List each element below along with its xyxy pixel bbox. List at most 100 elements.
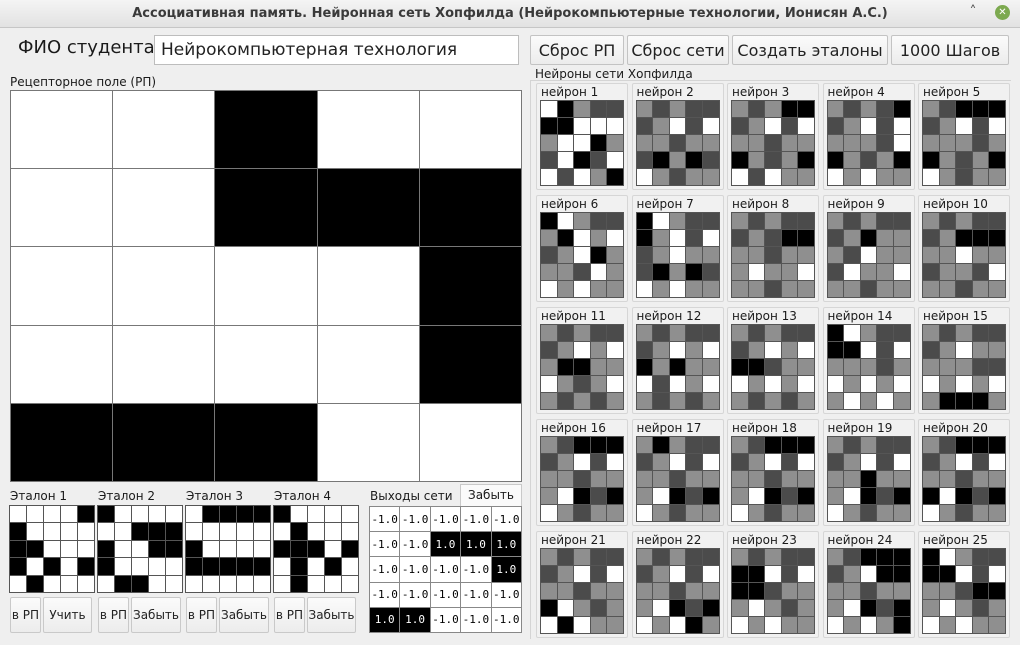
etalon-cell[interactable] bbox=[78, 523, 94, 540]
etalon-cell[interactable] bbox=[132, 558, 148, 575]
etalon-cell[interactable] bbox=[44, 575, 60, 592]
etalon-cell[interactable] bbox=[254, 523, 270, 540]
etalon-cell[interactable] bbox=[237, 540, 253, 558]
etalon-cell[interactable] bbox=[342, 558, 358, 575]
etalon-cell[interactable] bbox=[274, 540, 290, 558]
receptor-cell[interactable] bbox=[113, 247, 215, 325]
receptor-cell[interactable] bbox=[11, 325, 113, 403]
etalon-2-to-field-button[interactable]: в РП bbox=[98, 597, 129, 633]
etalon-cell[interactable] bbox=[61, 540, 77, 558]
etalon-4-grid[interactable] bbox=[273, 505, 359, 593]
etalon-cell[interactable] bbox=[132, 540, 148, 558]
etalon-cell[interactable] bbox=[254, 575, 270, 592]
etalon-cell[interactable] bbox=[10, 540, 26, 558]
etalon-cell[interactable] bbox=[203, 540, 219, 558]
etalon-1-grid[interactable] bbox=[9, 505, 95, 593]
etalon-4-to-field-button[interactable]: в РП bbox=[274, 597, 305, 633]
etalon-cell[interactable] bbox=[78, 540, 94, 558]
etalon-cell[interactable] bbox=[61, 575, 77, 592]
receptor-cell[interactable] bbox=[11, 91, 113, 169]
etalon-cell[interactable] bbox=[27, 540, 43, 558]
etalon-cell[interactable] bbox=[115, 523, 131, 540]
etalon-cell[interactable] bbox=[78, 558, 94, 575]
receptor-cell[interactable] bbox=[11, 247, 113, 325]
etalon-cell[interactable] bbox=[115, 506, 131, 523]
etalon-cell[interactable] bbox=[27, 523, 43, 540]
etalon-cell[interactable] bbox=[166, 558, 182, 575]
receptor-cell[interactable] bbox=[419, 403, 521, 481]
etalon-cell[interactable] bbox=[325, 523, 341, 540]
etalon-cell[interactable] bbox=[98, 558, 114, 575]
etalon-cell[interactable] bbox=[61, 523, 77, 540]
etalon-cell[interactable] bbox=[10, 558, 26, 575]
etalon-cell[interactable] bbox=[186, 540, 202, 558]
etalon-cell[interactable] bbox=[149, 575, 165, 592]
etalon-cell[interactable] bbox=[132, 575, 148, 592]
etalon-cell[interactable] bbox=[27, 506, 43, 523]
etalon-3-grid[interactable] bbox=[185, 505, 271, 593]
reset-net-button[interactable]: Сброс сети bbox=[627, 35, 729, 65]
forget-tab[interactable]: Забыть bbox=[460, 484, 522, 506]
etalon-cell[interactable] bbox=[342, 523, 358, 540]
etalon-cell[interactable] bbox=[10, 523, 26, 540]
etalon-cell[interactable] bbox=[98, 506, 114, 523]
etalon-cell[interactable] bbox=[342, 575, 358, 592]
etalon-cell[interactable] bbox=[27, 558, 43, 575]
receptor-cell[interactable] bbox=[215, 169, 317, 247]
etalon-cell[interactable] bbox=[237, 523, 253, 540]
etalon-cell[interactable] bbox=[325, 575, 341, 592]
etalon-cell[interactable] bbox=[10, 506, 26, 523]
receptor-cell[interactable] bbox=[215, 325, 317, 403]
etalon-cell[interactable] bbox=[291, 558, 307, 575]
etalon-cell[interactable] bbox=[10, 575, 26, 592]
etalon-cell[interactable] bbox=[237, 575, 253, 592]
etalon-cell[interactable] bbox=[237, 506, 253, 523]
etalon-cell[interactable] bbox=[203, 575, 219, 592]
receptor-cell[interactable] bbox=[419, 247, 521, 325]
etalon-cell[interactable] bbox=[132, 523, 148, 540]
etalon-cell[interactable] bbox=[203, 506, 219, 523]
etalon-cell[interactable] bbox=[61, 506, 77, 523]
receptor-cell[interactable] bbox=[317, 91, 419, 169]
etalon-cell[interactable] bbox=[78, 575, 94, 592]
etalon-cell[interactable] bbox=[274, 506, 290, 523]
receptor-cell[interactable] bbox=[215, 403, 317, 481]
etalon-cell[interactable] bbox=[149, 523, 165, 540]
etalon-cell[interactable] bbox=[220, 506, 236, 523]
etalon-cell[interactable] bbox=[308, 575, 324, 592]
reset-field-button[interactable]: Сброс РП bbox=[530, 35, 624, 65]
etalon-cell[interactable] bbox=[166, 575, 182, 592]
etalon-cell[interactable] bbox=[44, 558, 60, 575]
etalon-cell[interactable] bbox=[291, 506, 307, 523]
etalon-cell[interactable] bbox=[237, 558, 253, 575]
etalon-cell[interactable] bbox=[274, 575, 290, 592]
etalon-cell[interactable] bbox=[98, 523, 114, 540]
etalon-cell[interactable] bbox=[308, 523, 324, 540]
etalon-cell[interactable] bbox=[291, 575, 307, 592]
etalon-cell[interactable] bbox=[186, 575, 202, 592]
etalon-cell[interactable] bbox=[254, 558, 270, 575]
receptor-cell[interactable] bbox=[317, 247, 419, 325]
etalon-2-forget-button[interactable]: Забыть bbox=[131, 597, 181, 633]
etalon-cell[interactable] bbox=[325, 540, 341, 558]
etalon-1-learn-button[interactable]: Учить bbox=[43, 597, 92, 633]
etalon-3-forget-button[interactable]: Забыть bbox=[219, 597, 269, 633]
minimize-icon[interactable]: ˄ bbox=[965, 5, 981, 21]
etalon-cell[interactable] bbox=[115, 558, 131, 575]
etalon-cell[interactable] bbox=[132, 506, 148, 523]
etalon-3-to-field-button[interactable]: в РП bbox=[186, 597, 217, 633]
etalon-cell[interactable] bbox=[291, 540, 307, 558]
receptor-cell[interactable] bbox=[419, 169, 521, 247]
etalon-cell[interactable] bbox=[44, 540, 60, 558]
etalon-cell[interactable] bbox=[220, 523, 236, 540]
receptor-cell[interactable] bbox=[317, 325, 419, 403]
etalon-cell[interactable] bbox=[325, 558, 341, 575]
etalon-cell[interactable] bbox=[115, 575, 131, 592]
etalon-cell[interactable] bbox=[44, 523, 60, 540]
etalon-cell[interactable] bbox=[203, 523, 219, 540]
receptor-cell[interactable] bbox=[215, 91, 317, 169]
etalon-cell[interactable] bbox=[186, 558, 202, 575]
receptor-cell[interactable] bbox=[113, 325, 215, 403]
receptor-cell[interactable] bbox=[215, 247, 317, 325]
etalon-cell[interactable] bbox=[203, 558, 219, 575]
